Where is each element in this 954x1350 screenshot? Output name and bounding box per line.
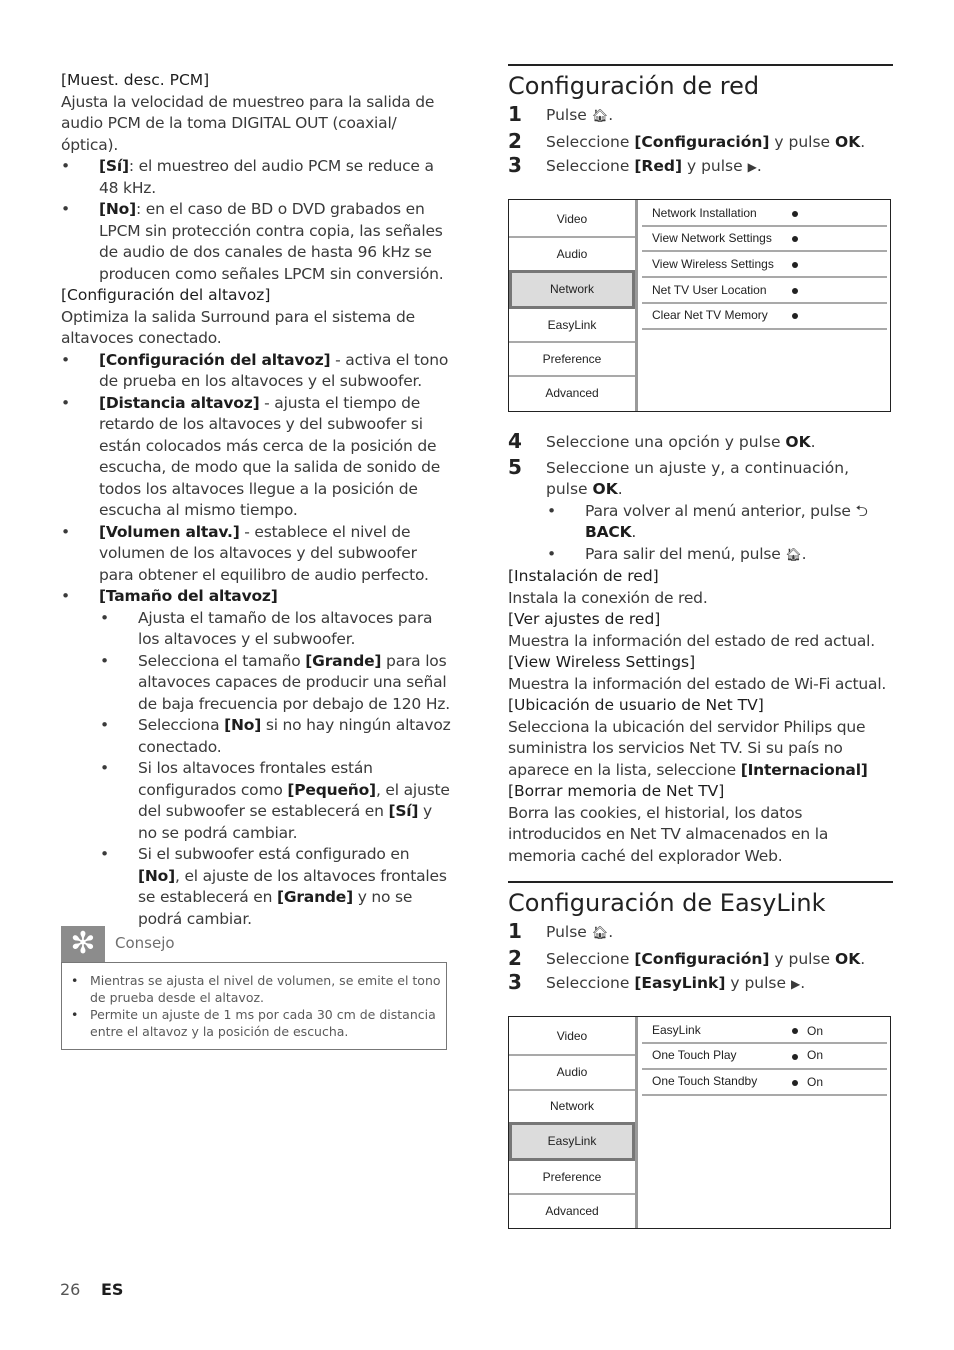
sub-bullet: Para volver al menú anterior, pulse ⮌ BA… — [508, 501, 893, 544]
menu-tab-audio[interactable]: Audio — [509, 1056, 635, 1089]
menu-option[interactable]: View Network Settings — [652, 231, 772, 245]
menu-tab-audio[interactable]: Audio — [509, 238, 635, 270]
tip-item: Mientras se ajusta el nivel de volumen, … — [62, 972, 446, 1006]
menu-option[interactable]: Net TV User Location — [652, 283, 767, 297]
pcm-desc: Ajusta la velocidad de muestreo para la … — [61, 92, 435, 154]
menu-option[interactable]: Network Installation — [652, 206, 757, 220]
option-dot — [792, 1080, 798, 1086]
network-section-title: Configuración de red — [508, 72, 760, 100]
menu-tab-preference[interactable]: Preference — [509, 1161, 635, 1193]
definition-desc: Selecciona la ubicación del servidor Phi… — [508, 717, 868, 779]
menu-tab-advanced[interactable]: Advanced — [509, 1195, 635, 1228]
tip-box: Mientras se ajusta el nivel de volumen, … — [61, 962, 447, 1050]
definition-label: [Instalación de red] — [508, 567, 659, 585]
speaker-label: [Configuración del altavoz] — [61, 286, 271, 304]
pcm-bullet: [Sí]: el muestreo del audio PCM se reduc… — [61, 156, 451, 199]
home-icon: 🏠︎ — [591, 109, 609, 124]
page-footer: 26 ES — [60, 1280, 123, 1299]
pcm-bullet: [No]: en el caso de BD o DVD grabados en… — [61, 199, 451, 285]
option-dot — [792, 211, 798, 217]
menu-tab-network[interactable]: Network — [509, 270, 635, 309]
menu-option[interactable]: View Wireless Settings — [652, 257, 774, 271]
menu-tab-preference[interactable]: Preference — [509, 343, 635, 375]
section-rule — [508, 881, 893, 883]
step-item: 2 Seleccione [Configuración] y pulse OK. — [508, 128, 866, 153]
size-sub-bullet: Si el subwoofer está configurado en [No]… — [61, 844, 451, 930]
definition-label: [Ver ajustes de red] — [508, 610, 661, 628]
speaker-desc: Optimiza la salida Surround para el sist… — [61, 307, 415, 348]
step-item: 5 Seleccione un ajuste y, a continuación,… — [508, 454, 850, 498]
speaker-bullet: [Volumen altav.] - establece el nivel de… — [61, 522, 451, 587]
definition-label: [View Wireless Settings] — [508, 653, 696, 671]
back-icon: ⮌ — [855, 501, 868, 520]
section-rule — [508, 64, 893, 66]
step-item: 1 Pulse 🏠︎. — [508, 102, 893, 130]
home-icon: 🏠︎ — [591, 926, 609, 941]
pcm-label: [Muest. desc. PCM] — [61, 71, 210, 89]
option-dot — [792, 313, 798, 319]
definition-desc: Instala la conexión de red. — [508, 588, 708, 607]
size-sub-bullet: Selecciona el tamaño [Grande] para los a… — [61, 651, 451, 716]
definition-desc: Muestra la información del estado de Wi-… — [508, 674, 887, 693]
speaker-bullet: [Distancia altavoz] - ajusta el tiempo d… — [61, 393, 451, 522]
step-item: 4 Seleccione una opción y pulse OK. — [508, 429, 816, 453]
page-number: 26 — [60, 1280, 81, 1299]
option-value: On — [807, 1075, 824, 1089]
play-right-icon: ▶ — [747, 160, 757, 174]
menu-option[interactable]: Clear Net TV Memory — [652, 308, 768, 322]
menu-option[interactable]: One Touch Play — [652, 1048, 737, 1062]
tip-item: Permite un ajuste de 1 ms por cada 30 cm… — [62, 1006, 446, 1040]
menu-tab-advanced[interactable]: Advanced — [509, 377, 635, 410]
tip-header: ✻ Consejo — [61, 926, 447, 962]
play-right-icon: ▶ — [790, 977, 801, 991]
easylink-section-title: Configuración de EasyLink — [508, 889, 826, 917]
menu-option[interactable]: One Touch Standby — [652, 1074, 757, 1088]
option-value: On — [807, 1024, 824, 1038]
speaker-bullet: [Configuración del altavoz] - activa el … — [61, 350, 451, 393]
step-item: 2 Seleccione [Configuración] y pulse OK. — [508, 945, 866, 970]
language-code: ES — [101, 1280, 124, 1299]
step-item: 3 Seleccione [EasyLink] y pulse ▶. — [508, 970, 806, 994]
easylink-settings-menu: Video Audio Network EasyLink Preference … — [508, 1016, 891, 1229]
size-sub-bullet: Selecciona [No] si no hay ningún altavoz… — [61, 715, 451, 758]
option-dot — [792, 1054, 798, 1060]
size-bullet: [Tamaño del altavoz] — [61, 586, 451, 608]
size-sub-bullet: Si los altavoces frontales están configu… — [61, 758, 451, 844]
size-sub-bullet: Ajusta el tamaño de los altavoces para l… — [61, 608, 451, 651]
menu-option[interactable]: EasyLink — [652, 1023, 701, 1037]
menu-tab-easylink[interactable]: EasyLink — [509, 1122, 635, 1161]
tip-icon: ✻ — [61, 926, 105, 962]
tip-title: Consejo — [115, 934, 175, 952]
option-dot — [792, 262, 798, 268]
menu-tab-network[interactable]: Network — [509, 1091, 635, 1122]
option-dot — [792, 236, 798, 242]
home-icon: 🏠︎ — [785, 547, 802, 563]
definition-label: [Borrar memoria de Net TV] — [508, 782, 725, 800]
menu-tab-video[interactable]: Video — [509, 200, 635, 236]
definition-desc: Borra las cookies, el historial, los dat… — [508, 803, 829, 865]
definition-desc: Muestra la información del estado de red… — [508, 631, 875, 650]
menu-tab-video[interactable]: Video — [509, 1017, 635, 1053]
option-dot — [792, 1028, 798, 1034]
option-dot — [792, 288, 798, 294]
definition-label: [Ubicación de usuario de Net TV] — [508, 696, 764, 714]
step-item: 1 Pulse 🏠︎. — [508, 919, 893, 947]
option-value: On — [807, 1048, 824, 1062]
network-settings-menu: Video Audio Network EasyLink Preference … — [508, 199, 891, 412]
step-item: 3 Seleccione [Red] y pulse ▶. — [508, 153, 762, 177]
menu-tab-easylink[interactable]: EasyLink — [509, 309, 635, 341]
sub-bullet: Para salir del menú, pulse 🏠︎. — [508, 544, 893, 567]
